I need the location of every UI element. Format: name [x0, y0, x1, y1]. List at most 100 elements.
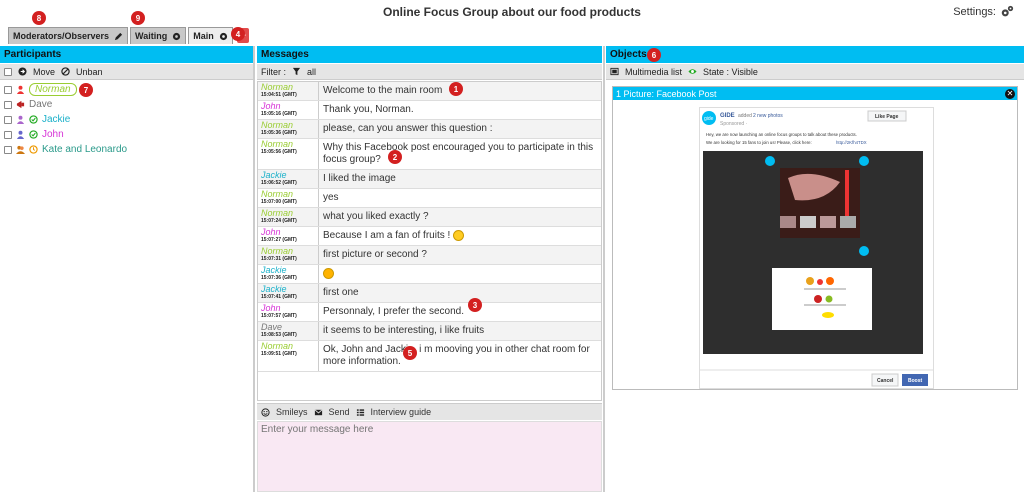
message-meta: Dave 15:08:53 (GMT) — [258, 322, 319, 341]
panel-divider[interactable] — [603, 46, 605, 492]
tab-moderators-observers[interactable]: Moderators/Observers — [8, 27, 129, 44]
step-badge-8: 8 — [32, 11, 46, 25]
online-status-icon — [29, 130, 38, 139]
fb-link: http://2Kfh4TDX — [836, 140, 867, 145]
ban-icon[interactable] — [61, 67, 70, 76]
participant-row-dave[interactable]: Dave — [4, 97, 250, 112]
gear-icon[interactable] — [219, 32, 228, 41]
select-all-checkbox[interactable] — [4, 67, 12, 76]
objects-toolbar: Multimedia list State : Visible — [606, 64, 1024, 80]
laughing-emoji-icon — [323, 268, 334, 280]
messages-filter-bar: Filter : all — [257, 64, 602, 80]
message-text: first one — [323, 287, 359, 299]
message-time: 15:07:41 (GMT) — [261, 294, 297, 301]
message-meta: Norman 15:07:24 (GMT) — [258, 208, 319, 226]
message-meta: John 15:07:27 (GMT) — [258, 227, 319, 246]
filter-icon[interactable] — [292, 67, 301, 76]
gear-icon[interactable] — [172, 32, 181, 41]
message-list[interactable]: Norman 15:04:51 (GMT) Welcome to the main… — [257, 81, 602, 401]
message-text: it seems to be interesting, i like fruit… — [323, 325, 485, 337]
message-author: Jackie — [261, 265, 287, 276]
fb-photos: 2 new photos — [753, 113, 783, 119]
film-icon[interactable] — [610, 67, 619, 76]
send-button[interactable]: Send — [329, 407, 350, 417]
object-card: 1 Picture: Facebook Post ✕ gide GIDE add… — [612, 86, 1018, 390]
message-author: Jackie — [261, 284, 287, 295]
eye-icon[interactable] — [688, 67, 697, 76]
smiley-emoji-icon — [453, 230, 465, 241]
message-row: Norman 15:09:51 (GMT) Ok, John and Jackie… — [258, 341, 601, 373]
message-row: Jackie 15:06:52 (GMT) I liked the image — [258, 170, 601, 189]
message-time: 15:07:27 (GMT) — [261, 237, 297, 243]
participant-row-norman[interactable]: Norman — [4, 82, 250, 97]
tab-main[interactable]: Main — [188, 27, 233, 44]
participant-name: John — [42, 129, 64, 140]
message-text: Thank you, Norman. — [323, 104, 414, 115]
facebook-post-preview: gide GIDE added 2 new photos Sponsored ·… — [699, 107, 934, 389]
message-meta: Norman 15:05:56 (GMT) — [258, 139, 319, 169]
message-text: Why this Facebook post encouraged you to… — [323, 142, 594, 165]
message-text-wrap — [319, 265, 601, 283]
message-text: what you liked exactly ? — [323, 211, 429, 222]
participant-checkbox[interactable] — [4, 100, 12, 109]
close-icon[interactable]: ✕ — [1005, 88, 1015, 99]
move-button[interactable]: Move — [33, 67, 55, 77]
message-time: 15:04:51 (GMT) — [261, 92, 297, 98]
tab-label: Waiting — [135, 31, 168, 41]
fb-brand: GIDE — [720, 113, 735, 119]
filter-value[interactable]: all — [307, 67, 316, 77]
tab-waiting[interactable]: Waiting — [130, 27, 187, 44]
message-row: Norman 15:07:00 (GMT) yes — [258, 189, 601, 208]
message-meta: Jackie 15:07:36 (GMT) — [258, 265, 319, 284]
step-badge-6: 6 — [647, 48, 661, 62]
message-time: 15:05:36 (GMT) — [261, 130, 297, 136]
participant-checkbox[interactable] — [4, 115, 12, 124]
arrow-right-icon[interactable] — [18, 67, 27, 76]
envelope-icon[interactable] — [314, 408, 323, 417]
participant-row-john[interactable]: John — [4, 127, 250, 142]
message-author: Dave — [261, 322, 283, 333]
message-meta: Norman 15:07:31 (GMT) — [258, 246, 319, 265]
message-row: Dave 15:08:53 (GMT) it seems to be intere… — [258, 322, 601, 342]
list-icon[interactable] — [356, 408, 365, 417]
settings[interactable]: Settings: — [953, 5, 1014, 19]
smileys-button[interactable]: Smileys — [276, 407, 308, 417]
fb-text-1: Hey, we are now launching an online focu… — [706, 132, 857, 137]
object-card-header: 1 Picture: Facebook Post ✕ — [613, 87, 1017, 100]
panel-divider[interactable] — [253, 46, 255, 492]
message-author: Jackie — [261, 170, 287, 180]
participant-row-kate-and-leonardo[interactable]: Kate and Leonardo — [4, 142, 250, 157]
smiley-icon[interactable] — [261, 407, 270, 417]
message-meta: Norman 15:05:36 (GMT) — [258, 120, 319, 138]
participant-checkbox[interactable] — [4, 85, 12, 94]
top-bar: Online Focus Group about our food produc… — [0, 0, 1024, 46]
away-status-icon — [29, 145, 38, 154]
participants-toolbar: Move Unban — [0, 64, 253, 80]
group-icon — [16, 145, 25, 154]
message-row: John 15:07:27 (GMT) Because I am a fan of… — [258, 227, 601, 247]
filter-label: Filter : — [261, 66, 287, 77]
objects-header: Objects — [606, 46, 1024, 63]
participant-name: Jackie — [42, 114, 71, 125]
message-text: Because I am a fan of fruits ! — [323, 230, 451, 242]
message-author: Norman — [261, 139, 294, 149]
message-author: John — [261, 303, 281, 314]
fb-text-2: We are looking for 15 fans to join us! P… — [706, 140, 812, 145]
step-badge-7: 7 — [79, 83, 93, 97]
step-badge-3: 3 — [468, 298, 482, 312]
message-meta: Norman 15:07:00 (GMT) — [258, 189, 319, 207]
message-meta: Jackie 15:07:41 (GMT) — [258, 284, 319, 303]
pencil-icon[interactable] — [114, 32, 123, 41]
message-input[interactable] — [257, 421, 602, 492]
participant-checkbox[interactable] — [4, 145, 12, 154]
message-time: 15:07:36 (GMT) — [261, 275, 297, 282]
multimedia-list-button[interactable]: Multimedia list — [625, 67, 682, 77]
participant-row-jackie[interactable]: Jackie — [4, 112, 250, 127]
interview-guide-button[interactable]: Interview guide — [371, 407, 432, 417]
participant-list: Norman Dave Jackie John Kate and Leonard… — [4, 82, 250, 157]
gears-icon[interactable] — [1000, 5, 1014, 19]
visibility-state[interactable]: State : Visible — [703, 67, 758, 77]
participant-checkbox[interactable] — [4, 130, 12, 139]
message-time: 15:08:53 (GMT) — [261, 332, 297, 339]
unban-button[interactable]: Unban — [76, 67, 103, 77]
